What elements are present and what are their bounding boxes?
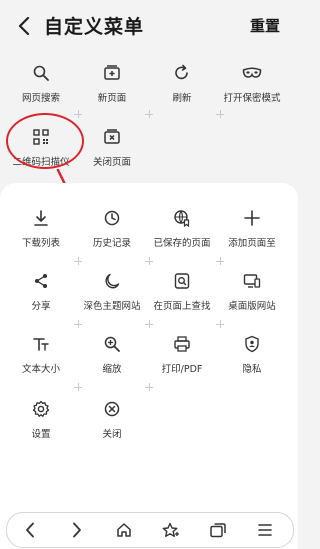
menu-item-label: 打印/PDF	[161, 364, 203, 375]
menu-item-saved-pages[interactable]: 已保存的页面	[145, 205, 219, 251]
menu-item-find-on-page[interactable]: 在页面上查找	[145, 268, 219, 314]
menu-item-share[interactable]: 分享	[4, 268, 78, 314]
menu-item-privacy[interactable]: 隐私	[215, 331, 289, 377]
grid-divider-plus	[74, 320, 82, 328]
menu-icon[interactable]	[245, 513, 285, 547]
bookmark-star-icon[interactable]	[151, 513, 191, 547]
grid-divider-plus	[145, 383, 153, 391]
menu-item-label: 分享	[31, 301, 51, 312]
menu-item-desktop-site[interactable]: 桌面版网站	[215, 268, 289, 314]
menu-item-text-size[interactable]: 文本大小	[4, 331, 78, 377]
saved-page-icon	[171, 207, 193, 229]
menu-item-label: 设置	[31, 429, 51, 440]
menu-item-add-page-to[interactable]: 添加页面至	[215, 205, 289, 251]
grid-divider-plus	[145, 320, 153, 328]
menu-item-label: 深色主题网站	[83, 301, 141, 312]
menu-item-label: 下载列表	[21, 238, 60, 249]
menu-item-close[interactable]: 关闭	[75, 396, 149, 442]
zoom-in-icon	[101, 333, 123, 355]
forward-icon[interactable]	[57, 513, 97, 547]
grid-divider-plus	[74, 383, 82, 391]
plus-icon	[241, 207, 263, 229]
menu-item-label: 隐私	[242, 364, 262, 375]
menu-item-print-pdf[interactable]: 打印/PDF	[145, 331, 219, 377]
back-icon[interactable]	[10, 513, 50, 547]
menu-item-zoom[interactable]: 缩放	[75, 331, 149, 377]
menu-item-history[interactable]: 历史记录	[75, 205, 149, 251]
menu-item-settings[interactable]: 设置	[4, 396, 78, 442]
gear-icon	[30, 398, 52, 420]
menu-item-label: 文本大小	[21, 364, 60, 375]
menu-item-label: 缩放	[102, 364, 122, 375]
bottom-nav-bar	[6, 512, 294, 548]
menu-item-label: 在页面上查找	[153, 301, 211, 312]
find-in-page-icon	[171, 270, 193, 292]
moon-icon	[101, 270, 123, 292]
clock-icon	[101, 207, 123, 229]
print-icon	[171, 333, 193, 355]
grid-divider-plus	[216, 320, 224, 328]
home-icon[interactable]	[104, 513, 144, 547]
grid-divider-plus	[145, 257, 153, 265]
share-icon	[30, 270, 52, 292]
grid-divider-plus	[74, 257, 82, 265]
menu-item-label: 已保存的页面	[153, 238, 211, 249]
menu-item-label: 关闭	[102, 429, 122, 440]
privacy-shield-icon	[241, 333, 263, 355]
menu-item-label: 添加页面至	[228, 238, 276, 249]
desktop-icon	[241, 270, 263, 292]
download-icon	[30, 207, 52, 229]
tabs-icon[interactable]	[198, 513, 238, 547]
menu-item-label: 历史记录	[92, 238, 131, 249]
close-circle-icon	[101, 398, 123, 420]
menu-item-label: 桌面版网站	[228, 301, 276, 312]
grid-divider-plus	[216, 257, 224, 265]
text-size-icon	[30, 333, 52, 355]
menu-item-downloads[interactable]: 下载列表	[4, 205, 78, 251]
menu-item-dark-theme-sites[interactable]: 深色主题网站	[75, 268, 149, 314]
